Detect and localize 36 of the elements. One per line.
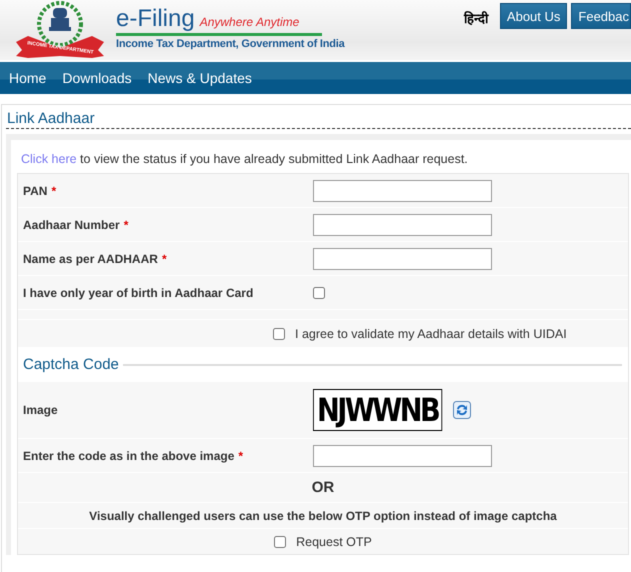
status-link[interactable]: Click here: [21, 152, 77, 166]
field-label: Aadhaar Number *: [23, 218, 130, 232]
field-label: I have only year of birth in Aadhaar Card: [23, 286, 254, 300]
required-mark: *: [124, 218, 128, 232]
otp-note: Visually challenged users can use the below OTP option instead of image captcha: [89, 508, 557, 522]
refresh-icon[interactable]: [453, 401, 471, 419]
captcha-image: NJWWNB: [313, 389, 442, 431]
required-mark: *: [162, 252, 167, 266]
page-title: Link Aadhaar: [6, 110, 631, 129]
input-field[interactable]: [313, 248, 492, 270]
brand-tagline: Anywhere Anytime: [200, 15, 300, 29]
nav-link[interactable]: Downloads: [59, 70, 135, 86]
input-field[interactable]: [313, 444, 492, 466]
required-mark: *: [51, 184, 56, 198]
consent-checkbox[interactable]: [273, 328, 285, 340]
field-label: PAN *: [23, 184, 58, 198]
otp-checkbox[interactable]: [274, 536, 286, 548]
language-link[interactable]: हिन्दी: [464, 9, 488, 27]
otp-label: Request OTP: [296, 534, 372, 548]
input-field[interactable]: [313, 180, 492, 202]
or-divider-text: OR: [312, 479, 334, 496]
top-nav-button[interactable]: About Us: [500, 3, 568, 29]
nav-link[interactable]: News & Updates: [144, 70, 255, 86]
field-label: Image: [23, 403, 59, 417]
status-note: Click here to view the status if you have already submitted Link Aadhaar request.: [21, 152, 469, 166]
section-legend: Captcha Code: [23, 356, 119, 373]
consent-label: I agree to validate my Aadhaar details with UIDAI: [295, 326, 567, 340]
nav-link[interactable]: Home: [6, 70, 50, 86]
field-label: Enter the code as in the above image *: [23, 448, 244, 462]
input-field[interactable]: [313, 214, 492, 236]
required-mark: *: [238, 448, 244, 462]
checkbox[interactable]: [313, 286, 325, 298]
field-label: Name as per AADHAAR *: [23, 252, 168, 266]
brand-subtitle: Income Tax Department, Government of India: [116, 38, 345, 50]
top-nav-button[interactable]: Feedbac: [571, 3, 631, 29]
brand-title: e-Filing: [116, 6, 195, 32]
